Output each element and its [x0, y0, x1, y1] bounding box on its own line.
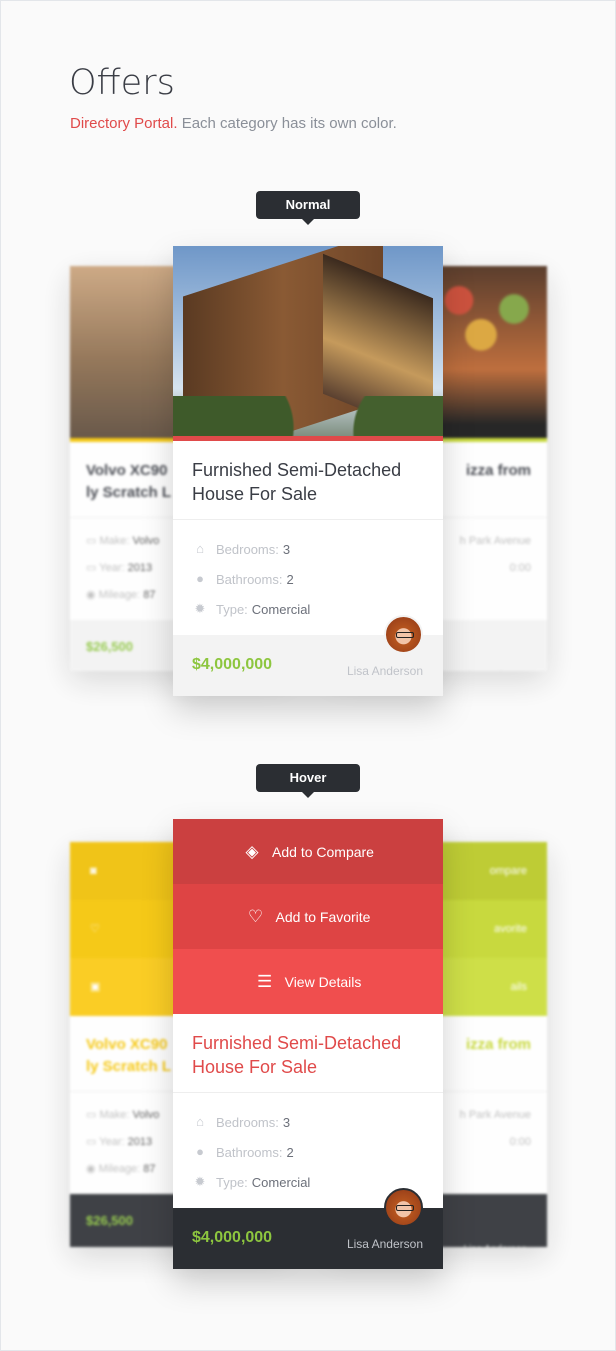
state-label-normal: Normal [256, 191, 360, 225]
feature-bedrooms: ⌂ Bedrooms: 3 [193, 534, 423, 564]
card-title[interactable]: Furnished Semi-Detached House For Sale [173, 441, 443, 520]
feature-bathrooms: ● Bathrooms: 2 [193, 1137, 423, 1167]
page-subtitle: Directory Portal. Each category has its … [70, 115, 397, 132]
drop-icon: ● [196, 1144, 204, 1159]
state-label-hover: Hover [256, 764, 360, 798]
author-name: Lisa Anderson [464, 1223, 527, 1247]
gear-icon: ✹ [194, 1174, 206, 1189]
feature-bedrooms: ⌂ Bedrooms: 3 [193, 1107, 423, 1137]
avatar[interactable] [384, 615, 423, 654]
offer-card-hover[interactable]: ◈ Add to Compare ♡ Add to Favorite ☰ View D… [173, 819, 443, 1269]
feature-type: ✹ Type: Comercial [194, 1174, 311, 1190]
layers-icon: ◈ [245, 841, 259, 861]
author-name[interactable]: Lisa Anderson [347, 1237, 423, 1251]
page-title: Offers [69, 63, 175, 103]
subtitle-text: Each category has its own color. [177, 115, 397, 132]
house-image [173, 246, 443, 436]
author-name[interactable]: Lisa Anderson [347, 664, 423, 678]
add-to-favorite-button[interactable]: ♡ Add to Favorite [173, 884, 443, 949]
feature-type: ✹ Type: Comercial [194, 601, 311, 617]
offer-card-normal[interactable]: Furnished Semi-Detached House For Sale ⌂… [173, 246, 443, 696]
feature-bathrooms: ● Bathrooms: 2 [193, 564, 423, 594]
subtitle-accent: Directory Portal. [70, 115, 178, 132]
view-details-button[interactable]: ☰ View Details [173, 949, 443, 1014]
avatar[interactable] [384, 1188, 423, 1227]
price: $4,000,000 [192, 656, 273, 673]
card-title[interactable]: Furnished Semi-Detached House For Sale [173, 1014, 443, 1093]
home-icon: ⌂ [196, 541, 204, 556]
home-icon: ⌂ [196, 1114, 204, 1129]
heart-icon: ♡ [247, 906, 264, 926]
gear-icon: ✹ [194, 601, 206, 616]
author-name: Lisa Anderson [464, 649, 527, 671]
drop-icon: ● [196, 571, 204, 586]
price: $4,000,000 [192, 1229, 273, 1246]
add-to-compare-button[interactable]: ◈ Add to Compare [173, 819, 443, 884]
list-icon: ☰ [256, 971, 273, 991]
